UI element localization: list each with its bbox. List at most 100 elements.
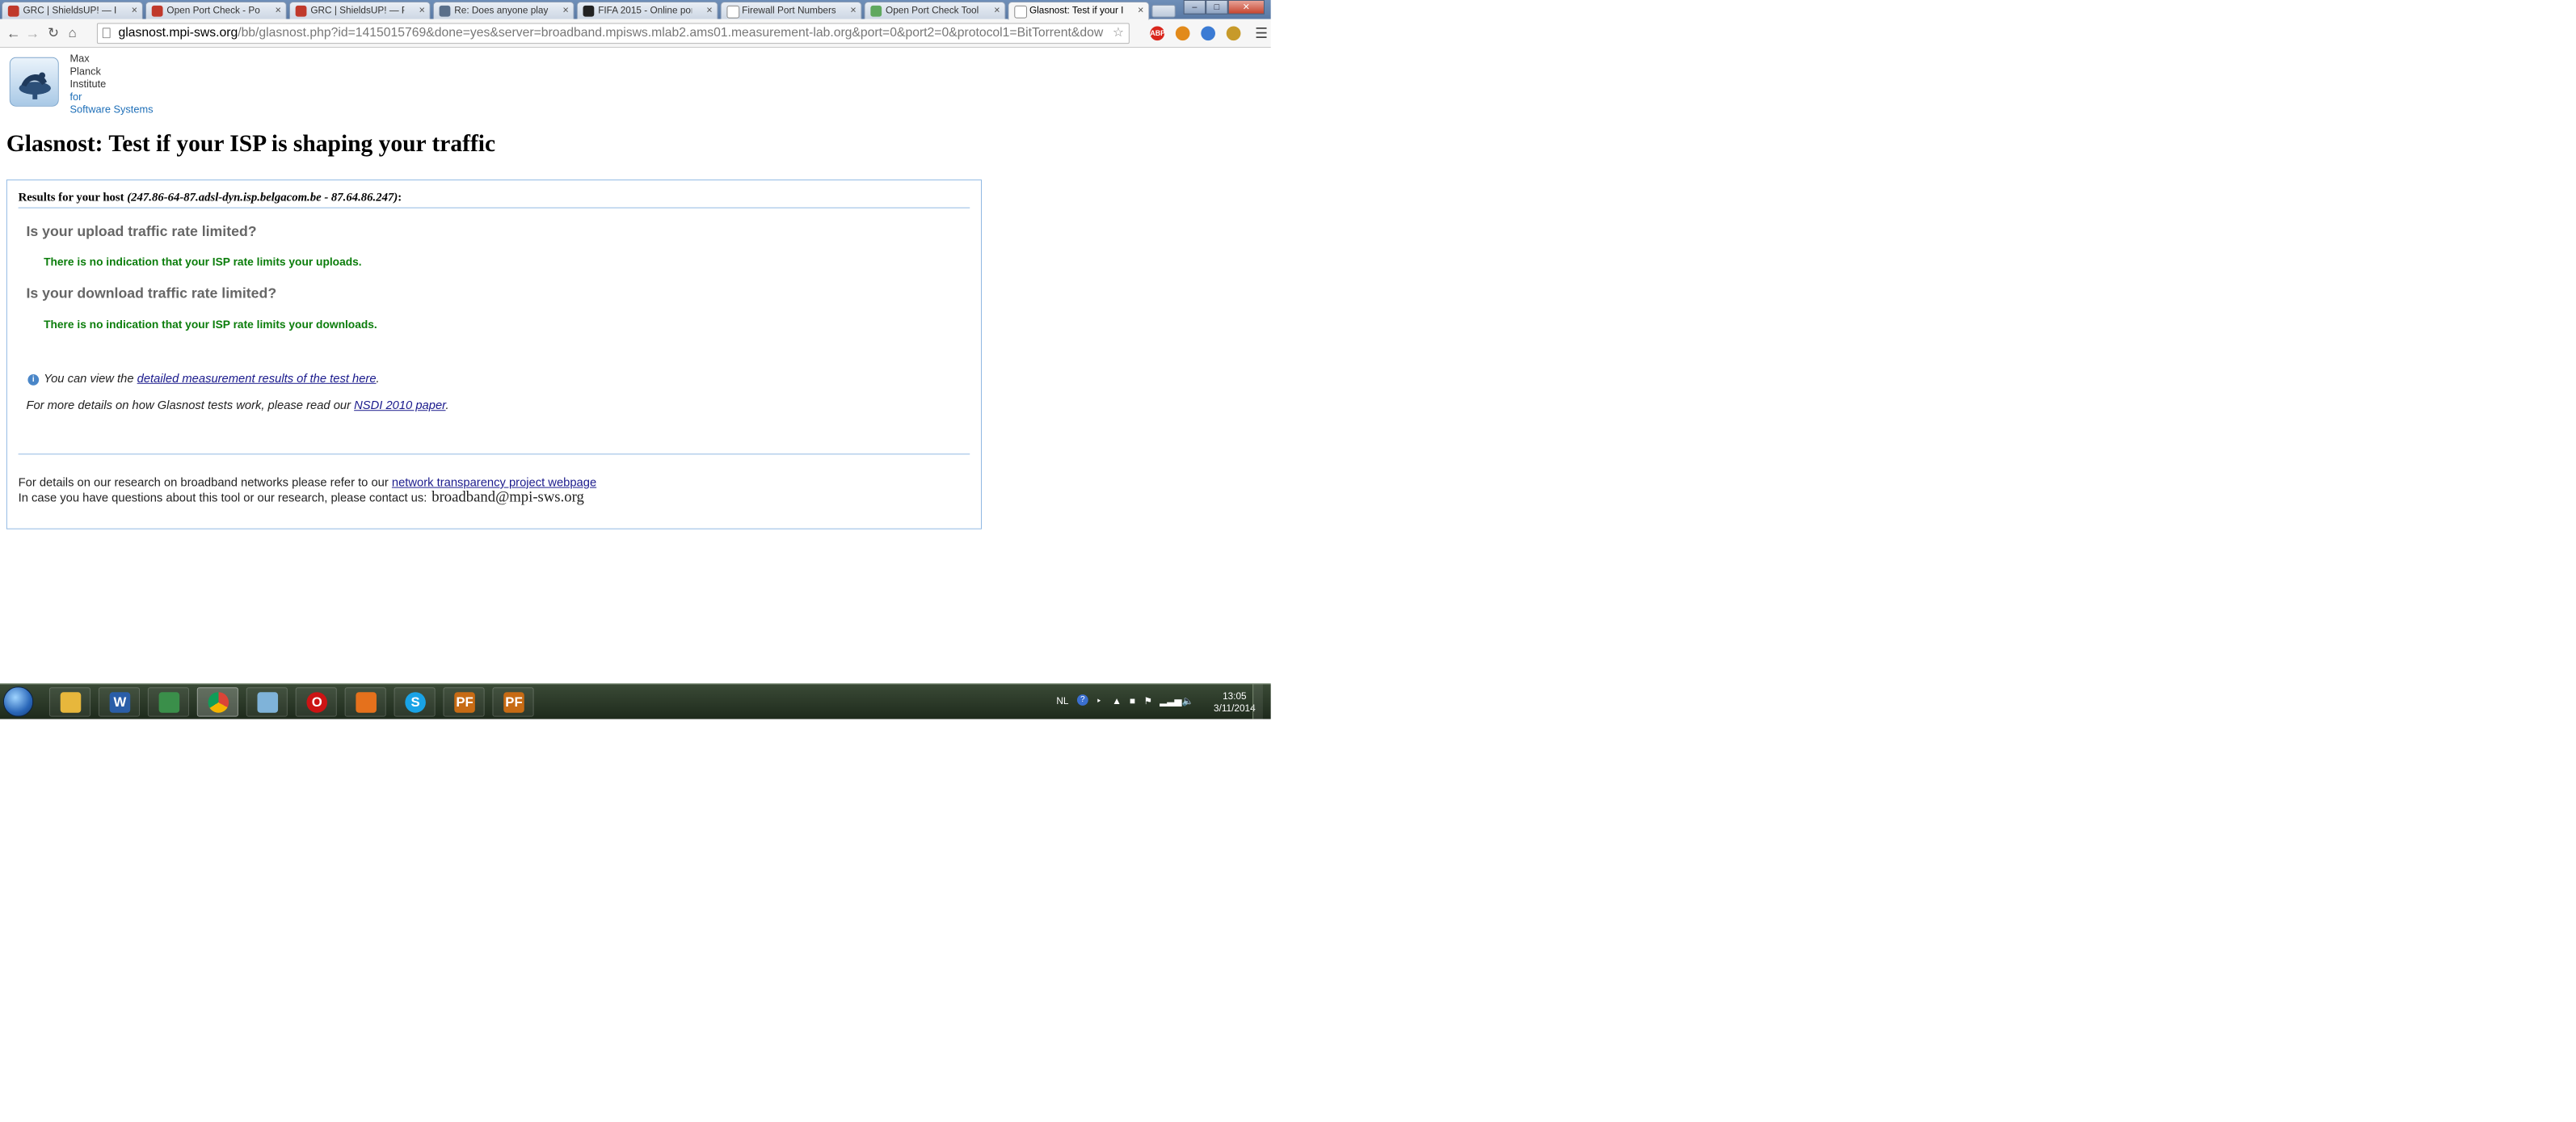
clock-time: 13:05 <box>1223 690 1247 702</box>
tab-label: Open Port Check Tool <box>886 4 979 16</box>
language-indicator[interactable]: NL <box>1056 695 1068 707</box>
browser-tab[interactable]: FIFA 2015 - Online port × <box>576 1 718 19</box>
contact-footer-line: In case you have questions about this to… <box>19 489 584 507</box>
tab-close-icon[interactable]: × <box>706 2 712 19</box>
measurement-results-line: i You can view the detailed measurement r… <box>27 372 380 386</box>
tab-label: Firewall Port Numbers <box>742 4 836 16</box>
word-icon[interactable]: W <box>98 687 141 717</box>
puzzle-extension-icon[interactable] <box>1226 26 1241 41</box>
download-extension-icon[interactable] <box>1201 26 1215 41</box>
tab-close-icon[interactable]: × <box>994 2 1000 19</box>
measurement-results-link[interactable]: detailed measurement results of the test… <box>137 372 377 386</box>
system-tray: NL ? ‣ ▲ ■ ⚑ ▂▃▅ 🔈 13:05 3/11/2014 <box>1056 684 1263 719</box>
taskbar-glyph: S <box>405 692 426 713</box>
window-controls: – □ ✕ <box>1183 0 1265 15</box>
tab-close-icon[interactable]: × <box>419 2 424 19</box>
browser-tab[interactable]: GRC | ShieldsUP! — Port × <box>288 1 431 19</box>
taskbar-glyph <box>208 692 229 713</box>
tab-label: FIFA 2015 - Online port <box>598 4 692 16</box>
windows-taskbar: W O S PF PF NL ? ‣ ▲ ■ ⚑ ▂▃▅ 🔈 13:05 3/11/20… <box>0 683 1271 719</box>
usb-icon[interactable]: ■ <box>1130 695 1135 707</box>
url-text: glasnost.mpi-sws.org/bb/glasnost.php?id=… <box>118 26 1104 40</box>
results-host-line: Results for your host (247.86-64-87.adsl… <box>18 191 970 209</box>
footer2-prefix: In case you have questions about this to… <box>18 491 427 505</box>
show-desktop-button[interactable] <box>1252 684 1263 719</box>
chrome-menu-icon[interactable]: ☰ <box>1255 25 1268 42</box>
home-icon[interactable]: ⌂ <box>69 25 77 41</box>
pf-icon-2[interactable]: PF <box>492 687 534 717</box>
browser-tab[interactable]: Firewall Port Numbers × <box>720 1 862 19</box>
maximize-window-icon[interactable]: □ <box>1206 0 1228 15</box>
tab-close-icon[interactable]: × <box>562 2 568 19</box>
tab-close-icon[interactable]: × <box>132 2 137 19</box>
mpi-logo-icon <box>9 57 59 107</box>
taskbar-glyph <box>356 692 377 713</box>
start-button-icon[interactable] <box>2 686 34 717</box>
network-signal-icon[interactable]: ▂▃▅ <box>1160 695 1181 707</box>
ea-icon <box>583 5 595 17</box>
reload-icon[interactable]: ↻ <box>48 25 59 41</box>
results-colon: : <box>398 191 402 205</box>
forum-icon <box>439 5 451 17</box>
page-title: Glasnost: Test if your ISP is shaping yo… <box>6 130 496 157</box>
upload-question: Is your upload traffic rate limited? <box>26 223 257 239</box>
tab-label: GRC | ShieldsUP! — Inter <box>23 4 117 16</box>
action-center-flag-icon[interactable]: ⚑ <box>1144 695 1153 707</box>
browser-tab[interactable]: Glasnost: Test if your IS × <box>1008 1 1150 20</box>
page-viewport: Max Planck Institute for Software System… <box>0 47 1271 684</box>
mail-icon[interactable] <box>344 687 386 717</box>
paper-prefix: For more details on how Glasnost tests w… <box>26 399 355 413</box>
download-question: Is your download traffic rate limited? <box>26 285 277 302</box>
tab-close-icon[interactable]: × <box>1138 2 1143 19</box>
forward-icon[interactable]: → <box>25 25 40 41</box>
grc-icon <box>295 5 307 17</box>
close-window-icon[interactable]: ✕ <box>1227 0 1265 15</box>
browser-tab-strip: GRC | ShieldsUP! — Inter×Open Port Check… <box>0 0 1271 20</box>
help-icon[interactable]: ? <box>1076 694 1088 706</box>
minimize-window-icon[interactable]: – <box>1183 0 1206 15</box>
pf-icon-1[interactable]: PF <box>443 687 485 717</box>
explorer-icon[interactable] <box>48 687 91 717</box>
adblock-icon[interactable]: ABP <box>1150 26 1165 41</box>
page-icon <box>102 27 111 39</box>
shield-extension-icon[interactable] <box>1175 26 1190 41</box>
contact-email: broadband@mpi-sws.org <box>431 488 584 506</box>
research-footer-line: For details on our research on broadband… <box>19 476 597 490</box>
browser-tab[interactable]: GRC | ShieldsUP! — Inter × <box>1 1 143 19</box>
tray-small-icon[interactable]: ‣ <box>1096 695 1102 707</box>
institute-name: Max Planck Institute for Software System… <box>70 53 154 116</box>
taskbar-glyph: PF <box>503 692 524 713</box>
notepad-icon[interactable] <box>246 687 288 717</box>
opera-icon[interactable]: O <box>295 687 337 717</box>
tab-label: Open Port Check - Port <box>166 4 261 16</box>
tab-close-icon[interactable]: × <box>276 2 281 19</box>
browser-tab[interactable]: Re: Does anyone play FIF × <box>432 1 575 19</box>
browser-tab[interactable]: Open Port Check Tool × <box>864 1 1006 19</box>
pen-app-icon[interactable] <box>147 687 189 717</box>
tab-label: GRC | ShieldsUP! — Port <box>310 4 404 16</box>
volume-icon[interactable]: 🔈 <box>1182 695 1194 707</box>
tab-close-icon[interactable]: × <box>850 2 856 19</box>
globe-icon <box>870 5 882 17</box>
logo-text-for: for <box>69 91 82 103</box>
clock[interactable]: 13:05 3/11/2014 <box>1214 690 1256 714</box>
skype-icon[interactable]: S <box>394 687 436 717</box>
tab-label: Re: Does anyone play FIF <box>454 4 549 16</box>
grc-icon <box>7 5 19 17</box>
taskbar-glyph: W <box>109 692 131 713</box>
back-icon[interactable]: ← <box>6 25 21 41</box>
logo-text-software-systems: Software Systems <box>69 103 154 116</box>
new-tab-button[interactable] <box>1151 4 1176 18</box>
show-hidden-icons-icon[interactable]: ▲ <box>1112 695 1122 707</box>
nsdi-paper-link[interactable]: NSDI 2010 paper <box>354 399 445 412</box>
paper-line: For more details on how Glasnost tests w… <box>26 399 448 412</box>
chrome-icon[interactable] <box>196 687 238 717</box>
bookmark-star-icon[interactable]: ☆ <box>1113 23 1124 43</box>
network-transparency-link[interactable]: network transparency project webpage <box>392 476 596 490</box>
info-icon: i <box>27 373 40 386</box>
logo-text-planck: Planck <box>69 65 101 78</box>
address-bar[interactable]: glasnost.mpi-sws.org/bb/glasnost.php?id=… <box>96 23 1130 44</box>
grc-icon <box>151 5 163 17</box>
browser-tab[interactable]: Open Port Check - Port × <box>145 1 287 19</box>
footer-separator <box>18 453 970 455</box>
